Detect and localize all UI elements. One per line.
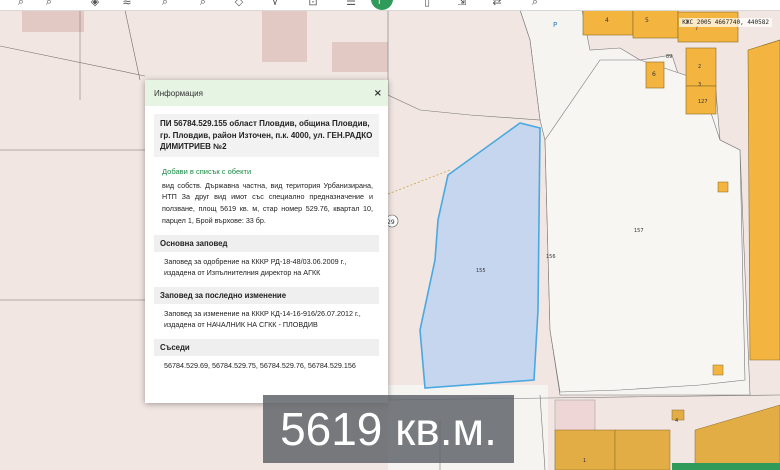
map-toolbar: ⌕ ⌕ ◈ ≋ ⌕ ⌕ ◇ ⋎ ⊡ ☰ i ▯ ⇲ ⇄ ⌕ — [0, 0, 780, 11]
stack-icon[interactable]: ≋ — [120, 0, 134, 8]
zoom-in-icon[interactable]: ⌕ — [14, 0, 28, 8]
building-shape — [677, 11, 739, 43]
parcel-number: 4 — [605, 17, 609, 24]
print-icon[interactable]: ⇲ — [455, 0, 469, 8]
building-shape — [614, 429, 671, 470]
bottom-toolbar-button[interactable] — [672, 463, 780, 470]
parcel-number: 157 — [634, 228, 644, 234]
close-button[interactable]: × — [374, 88, 382, 99]
section-heading: Съседи — [154, 339, 379, 357]
section-heading: Заповед за последно изменение — [154, 286, 379, 304]
info-icon[interactable]: i — [378, 0, 387, 7]
parcel-number: 5 — [645, 17, 649, 24]
add-point-icon[interactable]: ⋎ — [268, 0, 282, 8]
parcel-number: 155 — [476, 268, 486, 274]
building-shape — [262, 10, 307, 62]
parcel-number: 3 — [698, 82, 701, 88]
document-icon[interactable]: ☰ — [344, 0, 358, 8]
measure-icon[interactable]: ⌕ — [196, 0, 210, 8]
parcel-number: 1 — [583, 458, 586, 464]
building-shape — [747, 39, 780, 361]
object-description: вид собств. Държавна частна, вид територ… — [162, 180, 373, 225]
area-overlay: 5619 кв.м. — [263, 395, 514, 463]
panel-body: ПИ 56784.529.155 област Пловдив, община … — [145, 106, 388, 376]
panel-header: Информация × — [145, 80, 388, 106]
ruler-icon[interactable]: ▯ — [420, 0, 434, 8]
building-shape — [632, 9, 679, 39]
parcel-number: 29 — [387, 219, 395, 226]
info-panel: Информация × ПИ 56784.529.155 област Пло… — [145, 80, 388, 403]
location-icon[interactable]: ◇ — [232, 0, 246, 8]
building-shape — [22, 10, 84, 32]
search-icon[interactable]: ⌕ — [158, 0, 172, 8]
map-letter: P — [553, 21, 557, 29]
parcel-number: 89 — [666, 54, 672, 60]
parcel-number: 2 — [698, 64, 701, 70]
building-shape — [717, 181, 729, 193]
transfer-icon[interactable]: ⇄ — [490, 0, 504, 8]
panel-title: Информация — [154, 88, 203, 98]
parcel-number: 156 — [546, 254, 556, 260]
parcel-number: 6 — [652, 71, 656, 78]
section-text: Заповед за изменение на КККР КД-14-16-91… — [164, 308, 361, 330]
building-shape — [712, 364, 724, 376]
parcel-number: 127 — [698, 99, 708, 105]
zoom-out-icon[interactable]: ⌕ — [42, 0, 56, 8]
coordinate-readout: КЖС 2005 4667740, 440582 — [679, 18, 772, 27]
parcel-number: 4 — [675, 418, 678, 424]
section-heading: Основна заповед — [154, 234, 379, 252]
neighbours-list: 56784.529.69, 56784.529.75, 56784.529.76… — [164, 361, 356, 371]
building-shape — [554, 429, 616, 470]
object-title: ПИ 56784.529.155 област Пловдив, община … — [154, 114, 379, 157]
add-to-list-link[interactable]: Добави в списък с обекти — [154, 163, 379, 176]
section-text: Заповед за одобрение на КККР РД-18-48/03… — [164, 256, 347, 278]
list-icon[interactable]: ⊡ — [306, 0, 320, 8]
layers-icon[interactable]: ◈ — [88, 0, 102, 8]
zoom-icon[interactable]: ⌕ — [528, 0, 542, 8]
